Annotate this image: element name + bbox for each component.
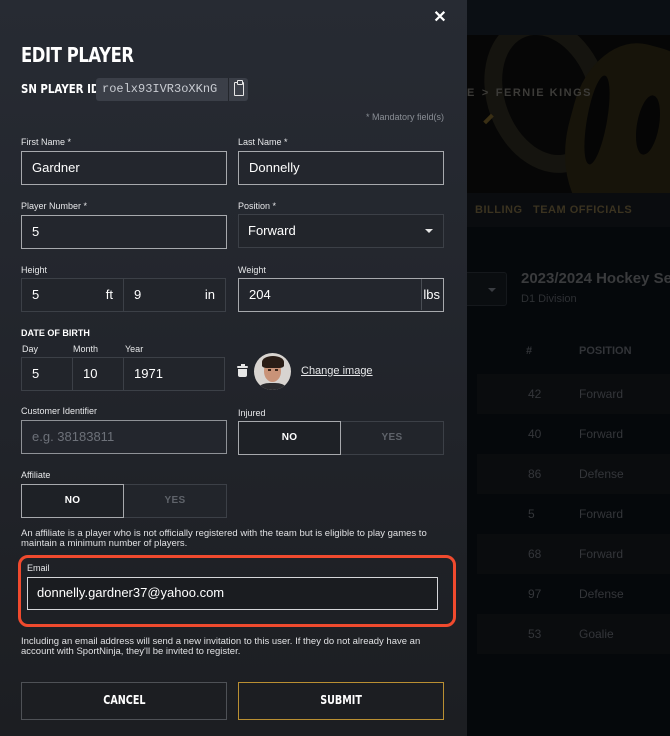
injured-yes-option[interactable]: YES xyxy=(341,421,444,455)
dob-heading: DATE OF BIRTH xyxy=(21,328,90,338)
season-select[interactable] xyxy=(467,272,507,306)
close-icon[interactable]: ✕ xyxy=(432,10,448,26)
injured-no-option[interactable]: NO xyxy=(238,421,341,455)
table-row[interactable]: 86 Defense xyxy=(477,454,670,494)
row-position: Forward xyxy=(579,427,624,441)
email-help-text: Including an email address will send a n… xyxy=(21,636,421,657)
row-position: Forward xyxy=(579,547,624,561)
breadcrumb-prev[interactable]: E xyxy=(467,87,476,99)
first-name-label: First Name * xyxy=(21,137,72,147)
row-number: 42 xyxy=(528,387,542,401)
team-banner: E > FERNIE KINGS xyxy=(467,35,670,193)
player-number-field[interactable]: 5 xyxy=(21,215,227,249)
background-top-bar xyxy=(467,0,670,35)
row-position: Forward xyxy=(579,507,624,521)
table-row[interactable]: 42 Forward xyxy=(477,374,670,414)
last-name-label: Last Name * xyxy=(238,137,288,147)
weight-label: Weight xyxy=(238,265,266,275)
row-number: 40 xyxy=(528,427,542,441)
height-feet-field[interactable]: 5 ft xyxy=(21,278,124,312)
height-label: Height xyxy=(21,265,48,275)
tab-team-officials[interactable]: TEAM OFFICIALS xyxy=(533,204,632,216)
affiliate-yes-option[interactable]: YES xyxy=(124,484,227,518)
chevron-down-icon xyxy=(488,288,496,292)
cancel-button-label: CANCEL xyxy=(102,693,146,707)
submit-button-label: SUBMIT xyxy=(320,693,362,707)
team-tabs: BILLING TEAM OFFICIALS xyxy=(467,193,670,227)
row-number: 53 xyxy=(528,627,542,641)
affiliate-help-text: An affiliate is a player who is not offi… xyxy=(21,528,427,549)
divider xyxy=(421,279,422,310)
dob-month-field[interactable]: 10 xyxy=(72,357,124,391)
affiliate-label: Affiliate xyxy=(21,470,51,480)
submit-button[interactable]: SUBMIT xyxy=(238,682,444,720)
breadcrumb-current: FERNIE KINGS xyxy=(495,87,593,99)
chevron-down-icon xyxy=(425,229,433,233)
height-feet-unit: ft xyxy=(105,287,113,302)
player-number-label: Player Number * xyxy=(21,201,88,211)
dob-year-field[interactable]: 1971 xyxy=(123,357,225,391)
dob-month-label: Month xyxy=(73,344,99,354)
customer-identifier-field[interactable]: e.g. 38183811 xyxy=(21,420,227,454)
position-select[interactable]: Forward xyxy=(238,214,444,248)
clipboard-icon[interactable] xyxy=(234,79,244,96)
customer-identifier-label: Customer Identifier xyxy=(21,406,98,416)
injured-toggle: NO YES xyxy=(238,421,444,455)
injured-label: Injured xyxy=(238,408,266,418)
tab-billing[interactable]: BILLING xyxy=(475,204,523,216)
breadcrumb-separator: > xyxy=(481,87,490,99)
column-header-position[interactable]: POSITION xyxy=(579,345,632,357)
height-feet-value: 5 xyxy=(32,287,40,302)
background-page: E > FERNIE KINGS BILLING TEAM OFFICIALS 20… xyxy=(467,0,670,736)
height-inches-unit: in xyxy=(204,287,215,302)
row-position: Goalie xyxy=(579,627,614,641)
table-row[interactable]: 5 Forward xyxy=(477,494,670,534)
first-name-field[interactable]: Gardner xyxy=(21,151,227,185)
weight-unit: lbs xyxy=(423,287,440,302)
sn-player-id-label: SN PLAYER ID: xyxy=(21,82,104,96)
edit-player-panel: ✕ EDIT PLAYER SN PLAYER ID: roelx93IVR3o… xyxy=(0,0,467,736)
weight-field[interactable]: 204 lbs xyxy=(238,278,444,312)
customer-identifier-placeholder: e.g. 38183811 xyxy=(32,429,115,444)
height-inches-value: 9 xyxy=(134,287,142,302)
sn-player-id-value: roelx93IVR3oXKnG xyxy=(102,82,218,96)
position-label: Position * xyxy=(238,201,277,211)
row-number: 97 xyxy=(528,587,542,601)
trash-icon[interactable] xyxy=(237,364,248,377)
dob-day-field[interactable]: 5 xyxy=(21,357,73,391)
row-position: Defense xyxy=(579,587,624,601)
row-number: 86 xyxy=(528,467,542,481)
email-label: Email xyxy=(27,563,50,573)
page-title: EDIT PLAYER xyxy=(21,43,134,67)
affiliate-no-option[interactable]: NO xyxy=(21,484,124,518)
row-number: 68 xyxy=(528,547,542,561)
affiliate-toggle: NO YES xyxy=(21,484,227,518)
column-header-number[interactable]: # xyxy=(526,345,532,357)
divider xyxy=(228,78,229,101)
table-row[interactable]: 97 Defense xyxy=(477,574,670,614)
table-row[interactable]: 40 Forward xyxy=(477,414,670,454)
position-select-value: Forward xyxy=(248,223,296,238)
height-inches-field[interactable]: 9 in xyxy=(123,278,226,312)
dob-year-label: Year xyxy=(125,344,144,354)
weight-value: 204 xyxy=(249,287,271,302)
sn-player-id-box: roelx93IVR3oXKnG xyxy=(96,78,248,101)
season-title: 2023/2024 Hockey Seas xyxy=(521,270,670,287)
table-row[interactable]: 53 Goalie xyxy=(477,614,670,654)
dob-day-label: Day xyxy=(22,344,39,354)
row-position: Defense xyxy=(579,467,624,481)
email-field[interactable]: donnelly.gardner37@yahoo.com xyxy=(27,577,438,610)
division-label: D1 Division xyxy=(521,293,577,305)
row-position: Forward xyxy=(579,387,624,401)
avatar xyxy=(254,353,291,390)
breadcrumb: E > FERNIE KINGS xyxy=(467,87,592,99)
last-name-field[interactable]: Donnelly xyxy=(238,151,444,185)
row-number: 5 xyxy=(528,507,535,521)
cancel-button[interactable]: CANCEL xyxy=(21,682,227,720)
mandatory-note: * Mandatory field(s) xyxy=(365,112,444,122)
change-image-link[interactable]: Change image xyxy=(301,365,373,377)
table-row[interactable]: 68 Forward xyxy=(477,534,670,574)
